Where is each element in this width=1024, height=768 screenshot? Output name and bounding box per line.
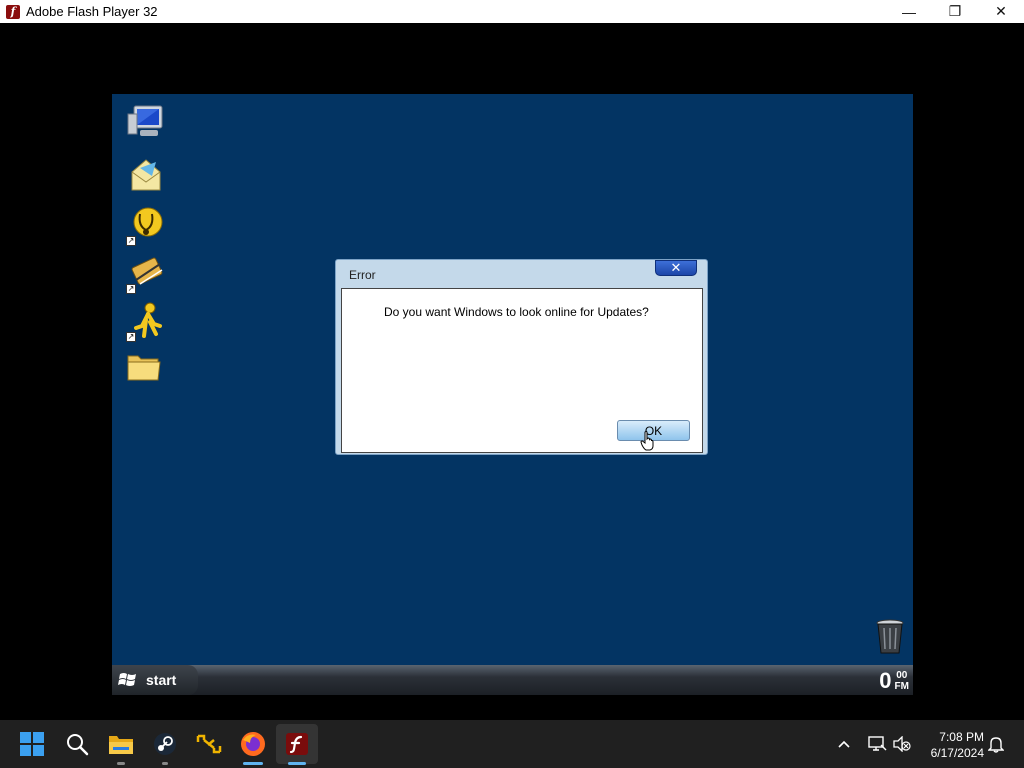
window-titlebar: f Adobe Flash Player 32 — ❐ ✕ (0, 0, 1024, 23)
system-clock[interactable]: 7:08 PM 6/17/2024 (920, 729, 984, 761)
start-icon[interactable] (18, 730, 46, 758)
xp-clock-minutes: 00 (896, 670, 908, 681)
speaker-muted-icon[interactable] (893, 720, 911, 768)
app-running-indicator (162, 762, 168, 765)
xp-clock-period: FM (894, 681, 909, 692)
dialog-close-button[interactable]: ✕ (655, 260, 697, 276)
close-button[interactable]: ✕ (978, 0, 1024, 23)
hand-cursor-icon (640, 431, 654, 451)
search-icon[interactable] (63, 730, 91, 758)
computer-icon[interactable] (126, 104, 166, 144)
windows-taskbar: 7:08 PM 6/17/2024 (0, 720, 1024, 768)
xp-desktop: ↗ ↗ ↗ Error ✕ Do you want Windows to loo… (112, 94, 913, 695)
xp-clock: 0 00 FM (879, 667, 909, 695)
minimize-button[interactable]: — (886, 0, 932, 23)
app-running-indicator (288, 762, 306, 765)
app-running-indicator (243, 762, 263, 765)
dialog-message: Do you want Windows to look online for U… (384, 305, 649, 319)
recycle-bin-icon[interactable] (875, 619, 905, 655)
dialog-body: Do you want Windows to look online for U… (341, 288, 703, 453)
shortcut-arrow-icon: ↗ (126, 284, 136, 294)
app-running-indicator (117, 762, 125, 765)
clock-time: 7:08 PM (939, 730, 984, 744)
aim-icon[interactable]: ↗ (126, 302, 166, 342)
shortcut-arrow-icon: ↗ (126, 236, 136, 246)
flash-logo-icon: f (6, 4, 20, 19)
dialog-title: Error (349, 268, 376, 282)
shortcut-arrow-icon: ↗ (126, 332, 136, 342)
flash-player-icon[interactable] (283, 730, 311, 758)
folder-icon[interactable] (126, 350, 166, 390)
network-icon[interactable] (867, 720, 887, 768)
tray-overflow-chevron[interactable] (837, 720, 851, 768)
flash-stage: ↗ ↗ ↗ Error ✕ Do you want Windows to loo… (0, 23, 1024, 720)
file-explorer-icon[interactable] (107, 730, 135, 758)
xp-start-label: start (146, 672, 177, 688)
outlook-express-icon[interactable] (126, 156, 166, 196)
windows-flag-icon (118, 673, 136, 686)
vscode-icon[interactable] (195, 730, 223, 758)
steam-icon[interactable] (151, 730, 179, 758)
xp-start-button[interactable]: start (112, 665, 198, 695)
error-dialog: Error ✕ Do you want Windows to look onli… (335, 259, 708, 455)
xp-taskbar: start 0 00 FM (112, 665, 913, 695)
window-title: Adobe Flash Player 32 (26, 4, 158, 19)
maximize-button[interactable]: ❐ (932, 0, 978, 23)
control-panel-icon[interactable]: ↗ (126, 254, 166, 294)
firefox-icon[interactable] (239, 730, 267, 758)
help-support-icon[interactable]: ↗ (126, 206, 166, 246)
clock-date: 6/17/2024 (930, 746, 984, 760)
xp-clock-hour: 0 (879, 668, 892, 693)
notification-bell-icon[interactable] (988, 720, 1004, 768)
